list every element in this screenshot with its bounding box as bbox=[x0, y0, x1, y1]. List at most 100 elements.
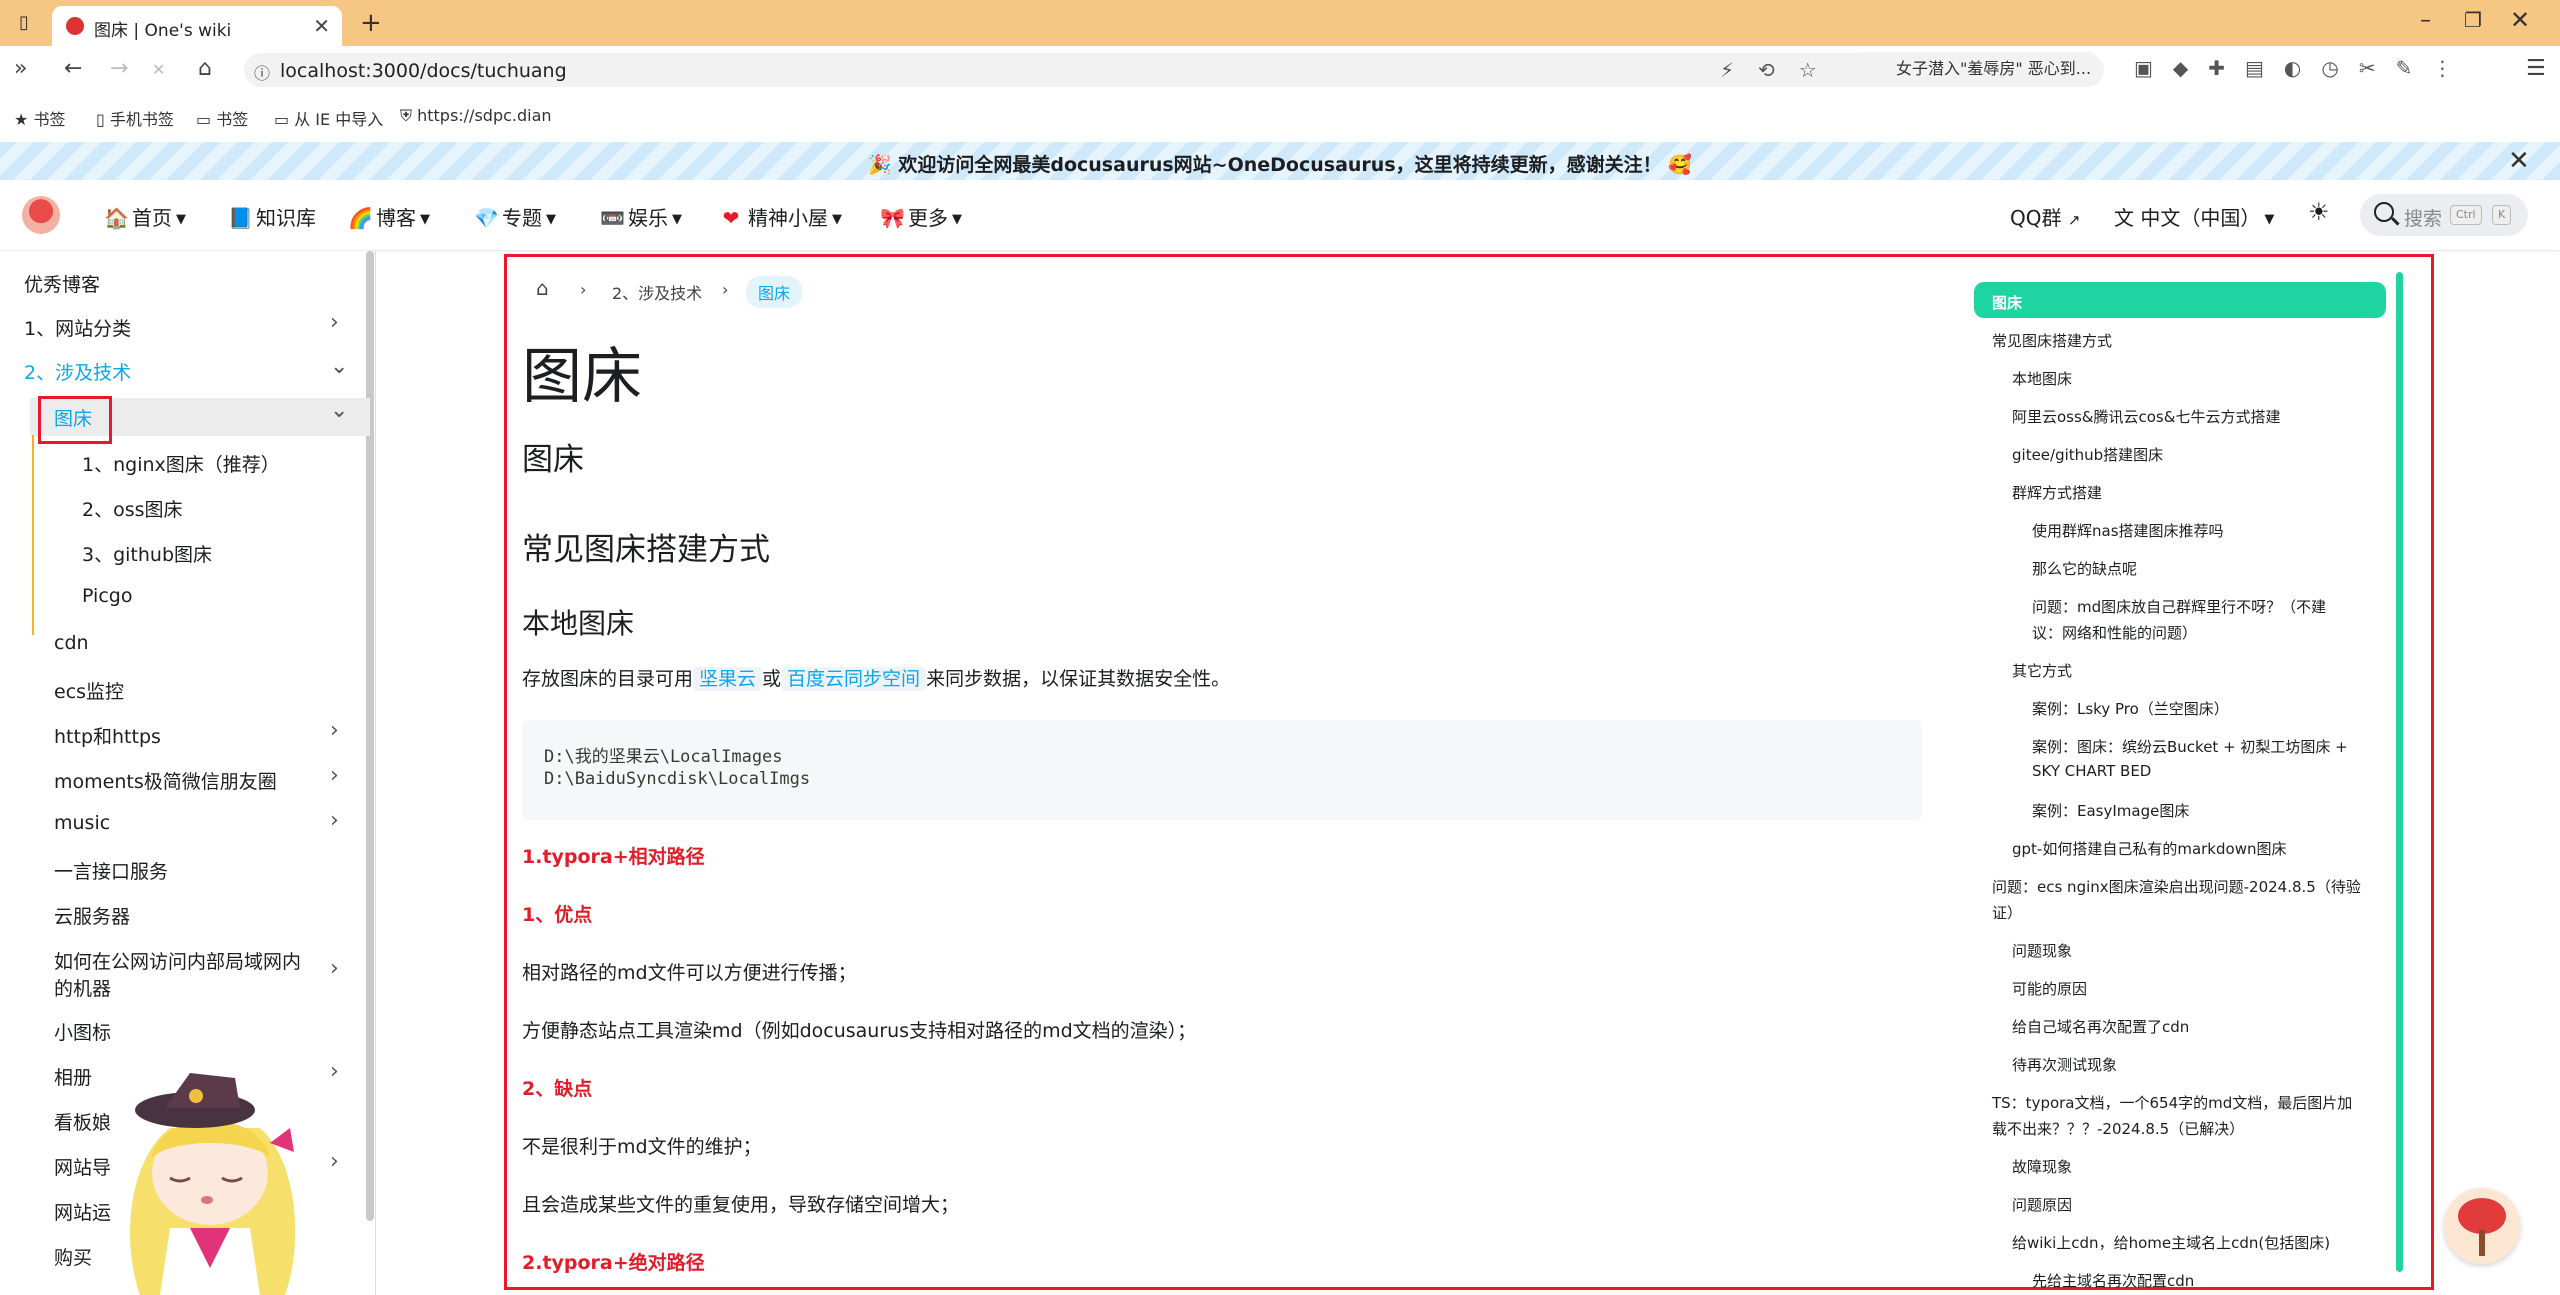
new-tab-icon[interactable]: + bbox=[360, 8, 382, 38]
sidebar-scrollbar[interactable] bbox=[366, 251, 374, 1221]
toc-item[interactable]: 群辉方式搭建 bbox=[2012, 482, 2102, 503]
url-text[interactable]: localhost:3000/docs/tuchuang bbox=[280, 60, 567, 82]
sidebar-item[interactable]: music bbox=[54, 812, 110, 834]
sidebar-toggle-icon[interactable]: ▯ bbox=[10, 10, 38, 36]
language-selector[interactable]: 文 中文（中国） ▼ bbox=[2114, 202, 2274, 231]
toc-item[interactable]: 给wiki上cdn，给home主域名上cdn(包括图床) bbox=[2012, 1232, 2330, 1253]
bookmark-item[interactable]: ★ 书签 bbox=[14, 106, 65, 130]
sidebar-item[interactable]: 云服务器 bbox=[54, 902, 130, 929]
sidebar-item[interactable]: 如何在公网访问内部局域网内 bbox=[54, 947, 301, 974]
chevron-right-icon[interactable]: › bbox=[330, 808, 339, 833]
toc-item[interactable]: 问题：ecs nginx图床渲染启出现问题-2024.8.5（待验 bbox=[1992, 876, 2361, 897]
sidebar-item[interactable]: 1、nginx图床（推荐） bbox=[82, 450, 280, 477]
home-icon[interactable]: ⌂ bbox=[198, 56, 212, 81]
mascot-image[interactable] bbox=[110, 1068, 310, 1295]
sidebar-item[interactable]: Picgo bbox=[82, 585, 132, 607]
toc-item[interactable]: 使用群辉nas搭建图床推荐吗 bbox=[2032, 520, 2224, 541]
chevron-right-icon[interactable]: › bbox=[330, 1059, 339, 1084]
toc-item[interactable]: 本地图床 bbox=[2012, 368, 2072, 389]
browser-tab[interactable]: 图床 | One's wiki ✕ bbox=[52, 6, 342, 46]
bookmark-item[interactable]: ▭ 书签 bbox=[196, 106, 248, 130]
sidebar-item[interactable]: 一言接口服务 bbox=[54, 857, 168, 884]
restore-icon[interactable]: ❐ bbox=[2464, 8, 2482, 32]
stop-icon[interactable]: ✕ bbox=[152, 60, 165, 79]
nav-qq-group[interactable]: QQ群 ↗ bbox=[2010, 202, 2080, 231]
toc-item-cont[interactable]: SKY CHART BED bbox=[2032, 762, 2151, 780]
nav-home[interactable]: 🏠 首页 ▼ bbox=[104, 202, 186, 231]
breadcrumb-home-icon[interactable]: ⌂ bbox=[536, 276, 549, 300]
sidebar-item[interactable]: cdn bbox=[54, 632, 89, 654]
chevron-right-icon[interactable]: › bbox=[330, 956, 339, 981]
toc-item[interactable]: 给自己域名再次配置了cdn bbox=[2012, 1016, 2189, 1037]
sidebar-item[interactable]: 3、github图床 bbox=[82, 540, 212, 567]
toc-item-cont[interactable]: 议：网络和性能的问题） bbox=[2032, 622, 2197, 643]
theme-toggle-icon[interactable]: ☀ bbox=[2308, 198, 2330, 226]
toc-item-cont[interactable]: 证） bbox=[1992, 902, 2022, 923]
search-box[interactable]: 搜索 Ctrl K bbox=[2360, 194, 2528, 236]
news-ticker[interactable]: 女子潜入"羞辱房" 恶心到... bbox=[1858, 52, 2096, 86]
code-block[interactable]: D:\我的坚果云\LocalImages D:\BaiduSyncdisk\Lo… bbox=[522, 720, 1922, 820]
toc-item[interactable]: 故障现象 bbox=[2012, 1156, 2072, 1177]
toc-item[interactable]: 常见图床搭建方式 bbox=[1992, 330, 2112, 351]
chevron-down-icon[interactable]: ⌄ bbox=[330, 354, 348, 379]
sidebar-item[interactable]: 2、涉及技术 bbox=[24, 358, 131, 385]
back-to-top-logo[interactable] bbox=[2444, 1188, 2520, 1264]
toc-item[interactable]: 先给主域名再次配置cdn bbox=[2032, 1270, 2194, 1291]
sidebar-item[interactable]: 网站导 bbox=[54, 1153, 111, 1180]
toc-item-cont[interactable]: 载不出来？？？-2024.8.5（已解决） bbox=[1992, 1118, 2244, 1139]
close-icon[interactable]: ✕ bbox=[2508, 146, 2530, 176]
toc-item[interactable]: gpt-如何搭建自己私有的markdown图床 bbox=[2012, 838, 2286, 859]
toc-item[interactable]: 问题：md图床放自己群辉里行不呀？（不建 bbox=[2032, 596, 2326, 617]
chevron-right-icon[interactable]: › bbox=[330, 310, 339, 335]
sidebar-item[interactable]: 网站运 bbox=[54, 1198, 111, 1225]
toc-item[interactable]: 案例：Lsky Pro（兰空图床） bbox=[2032, 698, 2229, 719]
extension-icons[interactable]: ▣◆✚▤◐◷✂✎⋮ bbox=[2134, 56, 2472, 80]
bookmark-item[interactable]: ▭ 从 IE 中导入 bbox=[274, 106, 383, 130]
toc-item[interactable]: 案例：图床：缤纷云Bucket + 初梨工坊图床 + bbox=[2032, 736, 2348, 757]
toc-item[interactable]: 案例：EasyImage图床 bbox=[2032, 800, 2189, 821]
url-action-icons[interactable]: ⚡⟲☆ bbox=[1720, 58, 1841, 82]
nav-topics[interactable]: 💎 专题 ▼ bbox=[474, 202, 556, 231]
toc-item-active[interactable]: 图床 bbox=[1992, 292, 2022, 313]
sidebar-item[interactable]: 小图标 bbox=[54, 1018, 111, 1045]
minimize-icon[interactable]: – bbox=[2420, 8, 2431, 33]
toc-item[interactable]: 阿里云oss&腾讯云cos&七牛云方式搭建 bbox=[2012, 406, 2280, 427]
nav-blog[interactable]: 🌈 博客 ▼ bbox=[348, 202, 430, 231]
window-close-icon[interactable]: ✕ bbox=[2510, 6, 2530, 34]
nav-spirit[interactable]: ❤ 精神小屋 ▼ bbox=[720, 202, 842, 231]
toc-item[interactable]: 其它方式 bbox=[2012, 660, 2072, 681]
toc-item[interactable]: 问题现象 bbox=[2012, 940, 2072, 961]
sidebar-item[interactable]: 优秀博客 bbox=[24, 270, 100, 297]
sidebar-item[interactable]: 相册 bbox=[54, 1063, 92, 1090]
toc-item[interactable]: 可能的原因 bbox=[2012, 978, 2087, 999]
chevron-down-icon[interactable]: ⌄ bbox=[330, 398, 348, 423]
sidebar-item[interactable]: 看板娘 bbox=[54, 1108, 111, 1135]
forward-icon[interactable]: → bbox=[110, 56, 128, 81]
nav-entertainment[interactable]: 📼 娱乐 ▼ bbox=[600, 202, 682, 231]
toc-item[interactable]: gitee/github搭建图床 bbox=[2012, 444, 2163, 465]
back-icon[interactable]: ← bbox=[64, 56, 82, 81]
sidebar-item[interactable]: ecs监控 bbox=[54, 677, 124, 704]
sidebar-item[interactable]: 购买 bbox=[54, 1243, 92, 1270]
sidebar-item[interactable]: 1、网站分类 bbox=[24, 314, 131, 341]
chevron-right-icon[interactable]: › bbox=[330, 763, 339, 788]
menu-icon[interactable]: ☰ bbox=[2526, 56, 2546, 81]
sidebar-item-cont[interactable]: 的机器 bbox=[54, 974, 111, 1001]
toc-scrollbar[interactable] bbox=[2396, 272, 2403, 1272]
bookmark-item[interactable]: ⛨ https://sdpc.dian bbox=[400, 106, 552, 126]
bookmark-item[interactable]: ▯ 手机书签 bbox=[96, 106, 174, 130]
expand-icon[interactable]: » bbox=[14, 56, 27, 81]
close-icon[interactable]: ✕ bbox=[313, 14, 330, 38]
page-info-icon[interactable]: ⓘ bbox=[254, 60, 270, 84]
sidebar-item[interactable]: moments极简微信朋友圈 bbox=[54, 767, 277, 794]
chevron-right-icon[interactable]: › bbox=[330, 718, 339, 743]
breadcrumb-item[interactable]: 2、涉及技术 bbox=[612, 280, 702, 304]
toc-item[interactable]: TS：typora文档，一个654字的md文档，最后图片加 bbox=[1992, 1092, 2352, 1113]
toc-item[interactable]: 问题原因 bbox=[2012, 1194, 2072, 1215]
chevron-right-icon[interactable]: › bbox=[330, 1149, 339, 1174]
sidebar-item[interactable]: 2、oss图床 bbox=[82, 495, 183, 522]
toc-item[interactable]: 那么它的缺点呢 bbox=[2032, 558, 2137, 579]
site-logo[interactable] bbox=[22, 196, 60, 234]
nav-knowledge[interactable]: 📘 知识库 bbox=[228, 202, 316, 231]
toc-item[interactable]: 待再次测试现象 bbox=[2012, 1054, 2117, 1075]
